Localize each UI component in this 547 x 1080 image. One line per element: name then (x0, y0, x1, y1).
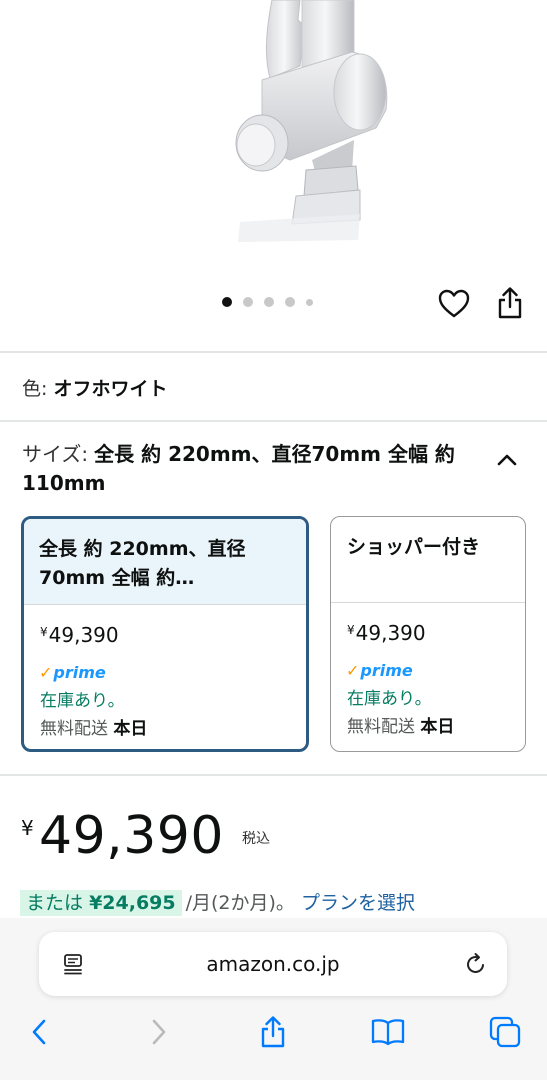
address-bar[interactable]: amazon.co.jp (39, 932, 507, 996)
carousel-dot[interactable] (222, 297, 232, 307)
installment-prefix: または (26, 892, 84, 914)
currency-symbol: ¥ (347, 623, 355, 637)
currency-symbol: ¥ (21, 816, 34, 840)
currency-symbol: ¥ (40, 625, 48, 639)
installment-highlight: または ¥24,695 (20, 890, 182, 916)
size-option-title: 全長 約 220mm、直径 70mm 全幅 約… (24, 519, 306, 605)
color-selector[interactable]: 色: オフホワイト (22, 377, 167, 401)
divider (0, 420, 547, 422)
url-text: amazon.co.jp (206, 952, 340, 976)
shipping-prefix: 無料配送 (347, 717, 415, 737)
stock-status: 在庫あり。 (347, 689, 432, 709)
prime-check-icon: ✓ (346, 661, 360, 680)
shipping-info: 無料配送 本日 (40, 714, 147, 739)
size-selector-header[interactable]: サイズ: 全長 約 220mm、直径70mm 全幅 約 110mm (22, 440, 472, 498)
carousel-dots[interactable] (222, 297, 313, 307)
prime-label: prime (53, 663, 106, 682)
share-icon[interactable] (495, 286, 525, 320)
divider (0, 351, 547, 353)
carousel-dot[interactable] (243, 297, 253, 307)
price-value: 49,390 (48, 623, 119, 647)
size-option-title-line: 70mm 全幅 約… (39, 567, 195, 589)
product-image[interactable] (0, 0, 547, 250)
shipping-prefix: 無料配送 (40, 719, 108, 739)
forward-arrow-icon[interactable] (138, 1012, 178, 1052)
carousel-dot[interactable] (306, 298, 313, 306)
share-icon[interactable] (253, 1012, 293, 1052)
faucet-illustration (235, 0, 388, 242)
shipping-info: 無料配送 本日 (347, 712, 454, 737)
size-option-price: ¥49,390 (347, 621, 426, 645)
prime-badge: ✓prime (39, 663, 106, 682)
size-option-card[interactable]: ショッパー付き ¥49,390 ✓prime 在庫あり。 無料配送 本日 (330, 516, 526, 752)
back-arrow-icon[interactable] (20, 1012, 60, 1052)
shipping-day: 本日 (113, 719, 148, 739)
installment-suffix: /月(2か月)。 (185, 892, 295, 914)
size-option-title-line: 全長 約 220mm、直径 (39, 538, 246, 560)
color-value: オフホワイト (53, 378, 168, 400)
divider (0, 774, 547, 776)
carousel-dot[interactable] (264, 297, 274, 307)
price-value: 49,390 (355, 621, 426, 645)
reload-icon[interactable] (463, 951, 489, 977)
size-option-title-line: ショッパー付き (347, 536, 481, 558)
size-option-title: ショッパー付き (331, 517, 525, 603)
bookmarks-book-icon[interactable] (368, 1012, 408, 1052)
price-amount: 49,390 (39, 806, 224, 866)
prime-badge: ✓prime (346, 661, 413, 680)
tax-note: 税込 (242, 831, 270, 847)
size-option-card-selected[interactable]: 全長 約 220mm、直径 70mm 全幅 約… ¥49,390 ✓prime … (21, 516, 309, 752)
installment-plan: または ¥24,695/月(2か月)。 プランを選択 (20, 888, 415, 916)
prime-check-icon: ✓ (39, 663, 53, 682)
select-plan-link[interactable]: プランを選択 (301, 892, 415, 914)
chevron-up-icon[interactable] (494, 450, 520, 470)
color-label: 色: (22, 378, 48, 400)
tabs-icon[interactable] (485, 1012, 525, 1052)
installment-amount: ¥24,695 (89, 892, 176, 914)
prime-label: prime (360, 661, 413, 680)
stock-status: 在庫あり。 (40, 691, 125, 711)
size-label: サイズ: (22, 442, 89, 466)
carousel-dot[interactable] (285, 297, 295, 307)
wishlist-heart-icon[interactable] (437, 288, 471, 320)
product-page: 色: オフホワイト サイズ: 全長 約 220mm、直径70mm 全幅 約 110… (0, 0, 547, 1080)
shipping-day: 本日 (420, 717, 455, 737)
image-carousel-controls (0, 280, 547, 328)
size-option-price: ¥49,390 (40, 623, 119, 647)
